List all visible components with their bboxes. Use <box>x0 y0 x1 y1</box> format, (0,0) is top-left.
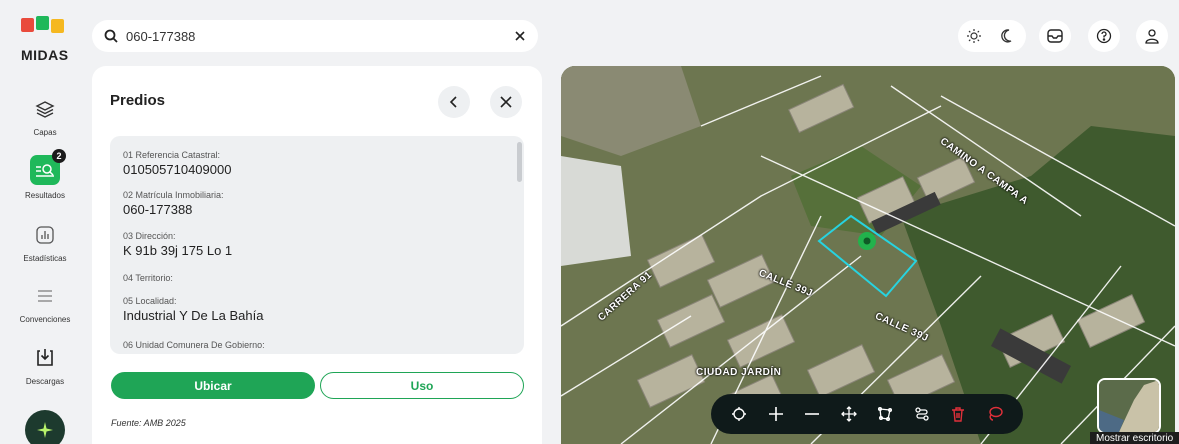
map-toolbar <box>711 394 1023 434</box>
locate-icon[interactable] <box>728 403 750 425</box>
sidebar-item-descargas[interactable]: Descargas <box>0 345 90 386</box>
layers-icon <box>32 96 58 122</box>
sidebar: MIDAS Capas 2 Resultados Estadísticas Co… <box>0 0 90 444</box>
field-unidad-comunera: 06 Unidad Comunera De Gobierno: <box>123 340 265 350</box>
sidebar-item-label: Descargas <box>25 377 65 386</box>
assistant-button[interactable] <box>25 410 65 444</box>
user-button[interactable] <box>1136 20 1168 52</box>
bar-chart-icon <box>32 222 58 248</box>
scrollbar-thumb[interactable] <box>517 142 522 182</box>
field-matricula: 02 Matrícula Inmobiliaria: 060-177388 <box>123 190 224 217</box>
source-note: Fuente: AMB 2025 <box>111 418 186 428</box>
field-territorio: 04 Territorio: <box>123 273 173 283</box>
search-icon <box>104 29 118 43</box>
minimap-imagery <box>1099 380 1159 432</box>
sidebar-item-label: Capas <box>33 128 57 137</box>
logo-text: MIDAS <box>21 47 69 63</box>
sparkle-icon <box>37 422 53 438</box>
pan-icon[interactable] <box>838 403 860 425</box>
route-icon[interactable] <box>911 403 933 425</box>
lasso-icon[interactable] <box>984 403 1006 425</box>
sun-icon[interactable] <box>966 28 982 44</box>
field-referencia-catastral: 01 Referencia Catastral: 010505710409000 <box>123 150 232 177</box>
help-button[interactable] <box>1088 20 1120 52</box>
download-icon <box>32 345 58 371</box>
field-direccion: 03 Dirección: K 91b 39j 175 Lo 1 <box>123 231 233 258</box>
street-label: CIUDAD JARDÍN <box>696 367 782 378</box>
midas-logo[interactable]: MIDAS <box>18 16 72 66</box>
clear-search-icon[interactable] <box>514 30 526 42</box>
sidebar-item-label: Convenciones <box>19 315 71 324</box>
list-icon <box>32 283 58 309</box>
inbox-icon <box>1047 29 1063 43</box>
logo-tile-yellow <box>51 19 64 33</box>
zoom-in-icon[interactable] <box>765 403 787 425</box>
minimap[interactable] <box>1097 378 1161 434</box>
moon-icon[interactable] <box>1000 28 1016 44</box>
ubicar-button[interactable]: Ubicar <box>111 372 315 399</box>
close-icon <box>500 96 512 108</box>
sidebar-item-estadisticas[interactable]: Estadísticas <box>0 222 90 263</box>
logo-tile-red <box>21 18 34 32</box>
map-view[interactable]: CAMINO A CAMPA A CARRERA 91 CALLE 39J CA… <box>561 66 1175 444</box>
tooltip: Mostrar escritorio <box>1090 432 1179 444</box>
sidebar-item-label: Resultados <box>24 191 66 200</box>
search-results-icon: 2 <box>30 149 66 185</box>
field-localidad: 05 Localidad: Industrial Y De La Bahía <box>123 296 264 323</box>
uso-button[interactable]: Uso <box>320 372 524 399</box>
panel-title: Predios <box>110 92 166 109</box>
user-icon <box>1145 29 1159 44</box>
polygon-draw-icon[interactable] <box>874 403 896 425</box>
satellite-imagery <box>561 66 1175 444</box>
close-panel-button[interactable] <box>490 86 522 118</box>
property-details-scroll[interactable]: 01 Referencia Catastral: 010505710409000… <box>110 136 524 354</box>
back-button[interactable] <box>438 86 470 118</box>
help-icon <box>1096 28 1112 44</box>
sidebar-item-capas[interactable]: Capas <box>0 96 90 137</box>
results-panel: Predios 01 Referencia Catastral: 0105057… <box>92 66 542 444</box>
search-input[interactable]: 060-177388 <box>126 29 514 44</box>
sidebar-item-resultados[interactable]: 2 Resultados <box>0 149 90 200</box>
theme-toggle[interactable] <box>958 20 1026 52</box>
sidebar-item-label: Estadísticas <box>23 254 67 263</box>
logo-tile-green <box>36 16 49 30</box>
messages-button[interactable] <box>1039 20 1071 52</box>
results-count-badge: 2 <box>52 149 66 163</box>
trash-icon[interactable] <box>947 403 969 425</box>
zoom-out-icon[interactable] <box>801 403 823 425</box>
map-pin-icon <box>858 232 876 250</box>
sidebar-item-convenciones[interactable]: Convenciones <box>0 283 90 324</box>
search-bar[interactable]: 060-177388 <box>92 20 538 52</box>
chevron-left-icon <box>449 96 457 108</box>
